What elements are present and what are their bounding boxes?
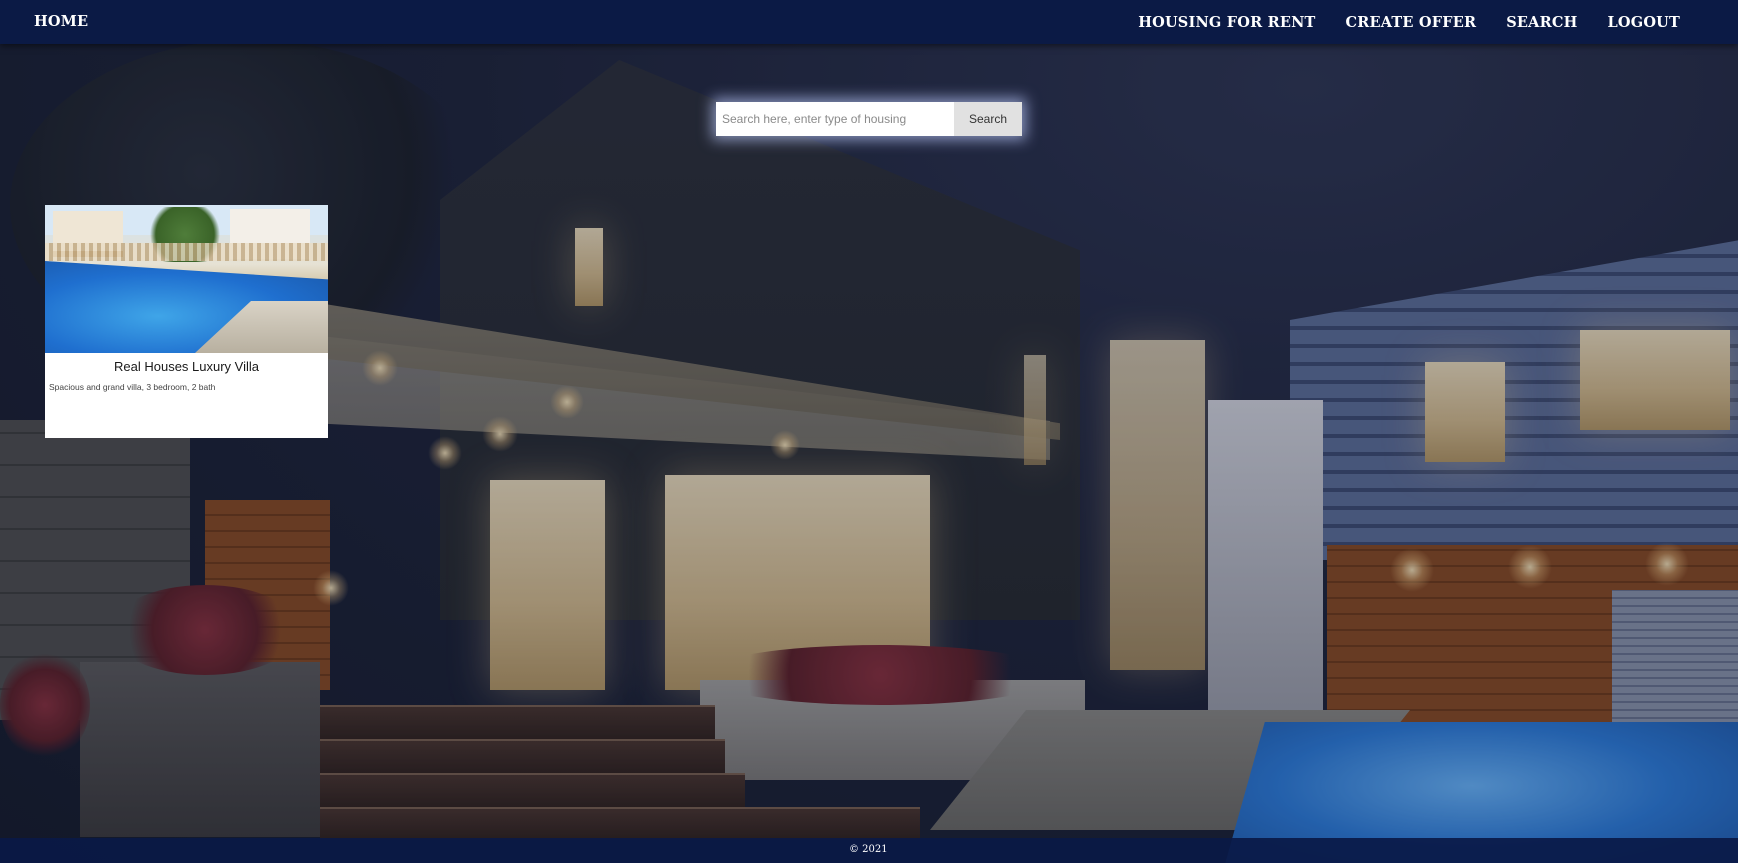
image-fence: [45, 243, 328, 261]
nav-logout-link[interactable]: LOGOUT: [1608, 14, 1680, 31]
nav-create-offer-link[interactable]: CREATE OFFER: [1346, 14, 1477, 31]
top-navigation: HOME HOUSING FOR RENT CREATE OFFER SEARC…: [0, 0, 1738, 44]
nav-housing-for-rent-link[interactable]: HOUSING FOR RENT: [1138, 14, 1315, 31]
search-button[interactable]: Search: [954, 102, 1022, 136]
nav-right-group: HOUSING FOR RENT CREATE OFFER SEARCH LOG…: [1138, 0, 1680, 44]
listing-image[interactable]: [45, 205, 328, 353]
listing-description: Spacious and grand villa, 3 bedroom, 2 b…: [49, 382, 216, 392]
copyright-text: © 2021: [849, 844, 888, 855]
search-input[interactable]: [716, 102, 954, 136]
footer: © 2021: [0, 838, 1738, 863]
page: HOME HOUSING FOR RENT CREATE OFFER SEARC…: [0, 0, 1738, 863]
listing-title[interactable]: Real Houses Luxury Villa: [45, 359, 328, 374]
search-bar: Search: [716, 102, 1022, 136]
nav-search-link[interactable]: SEARCH: [1506, 14, 1577, 31]
listing-card[interactable]: Real Houses Luxury Villa Spacious and gr…: [45, 205, 328, 438]
nav-home-link[interactable]: HOME: [34, 13, 88, 30]
